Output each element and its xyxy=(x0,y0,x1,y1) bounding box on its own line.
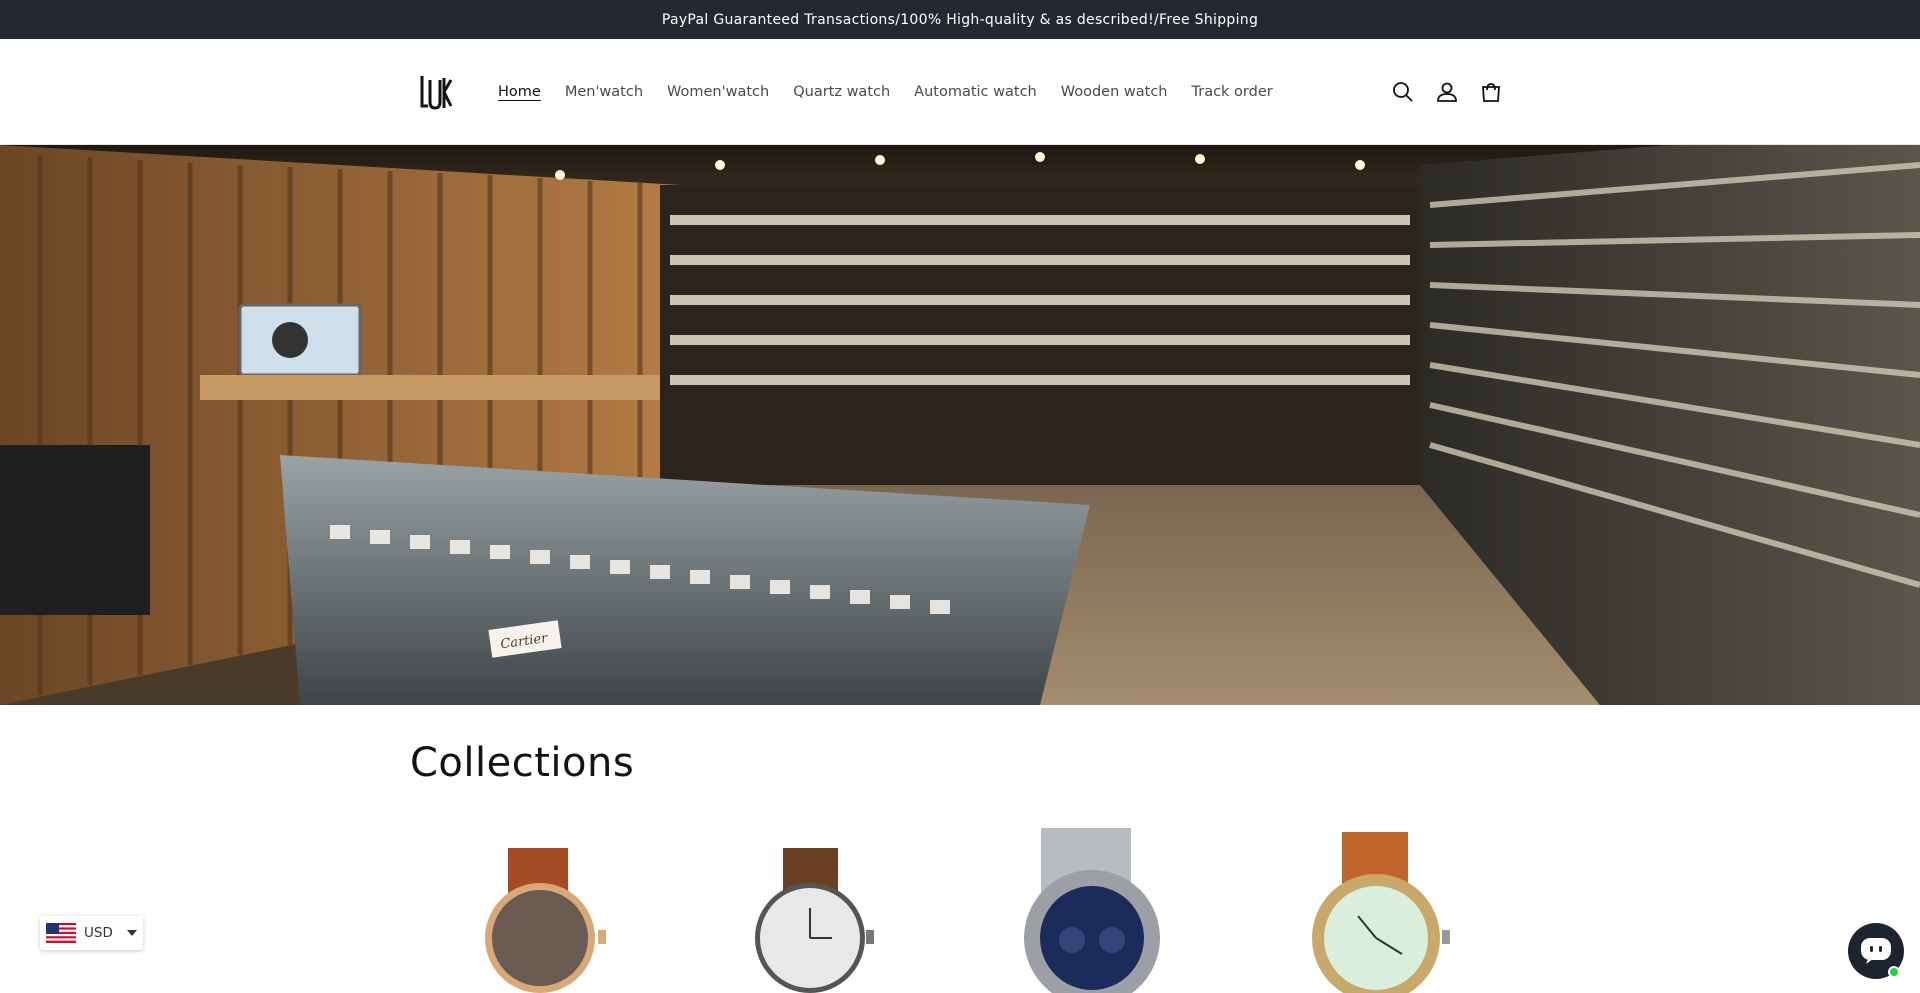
logo[interactable] xyxy=(416,72,456,112)
nav-home[interactable]: Home xyxy=(486,84,553,100)
watch-store-interior-image: Cartier xyxy=(0,145,1920,705)
currency-selector[interactable]: USD xyxy=(40,916,143,950)
collection-card[interactable] xyxy=(728,820,908,993)
nav-track-order[interactable]: Track order xyxy=(1180,84,1285,100)
account-button[interactable] xyxy=(1432,77,1462,107)
cart-button[interactable] xyxy=(1476,77,1506,107)
nav-womens-watch[interactable]: Women'watch xyxy=(655,84,781,100)
nav-wooden-watch[interactable]: Wooden watch xyxy=(1049,84,1180,100)
chevron-down-icon xyxy=(126,930,137,936)
nav-automatic-watch[interactable]: Automatic watch xyxy=(902,84,1049,100)
main-nav: Home Men'watch Women'watch Quartz watch … xyxy=(486,39,1285,145)
nav-mens-watch[interactable]: Men'watch xyxy=(553,84,655,100)
site-header: Home Men'watch Women'watch Quartz watch … xyxy=(0,39,1920,145)
hero-banner[interactable]: Cartier xyxy=(0,145,1920,705)
account-icon xyxy=(1437,82,1457,102)
collection-card[interactable] xyxy=(1296,820,1476,993)
brown-leather-watch-image xyxy=(485,848,606,993)
currency-code: USD xyxy=(84,925,113,941)
search-button[interactable] xyxy=(1388,77,1418,107)
search-icon xyxy=(1393,82,1413,102)
collection-card[interactable] xyxy=(458,820,638,993)
blue-chronograph-watch-image xyxy=(1024,828,1160,993)
us-flag-icon xyxy=(46,923,76,943)
online-status-dot xyxy=(1888,966,1900,978)
announcement-bar: PayPal Guaranteed Transactions/100% High… xyxy=(0,0,1920,39)
cart-icon xyxy=(1482,83,1500,102)
collection-card[interactable] xyxy=(1006,820,1186,993)
announcement-text: PayPal Guaranteed Transactions/100% High… xyxy=(661,11,1259,28)
wooden-watch-image xyxy=(1312,832,1450,993)
nav-quartz-watch[interactable]: Quartz watch xyxy=(781,84,902,100)
chat-icon xyxy=(1861,938,1891,964)
lux-logo-icon xyxy=(420,76,453,110)
white-dial-watch-image xyxy=(755,848,874,993)
collections-title: Collections xyxy=(410,740,635,786)
